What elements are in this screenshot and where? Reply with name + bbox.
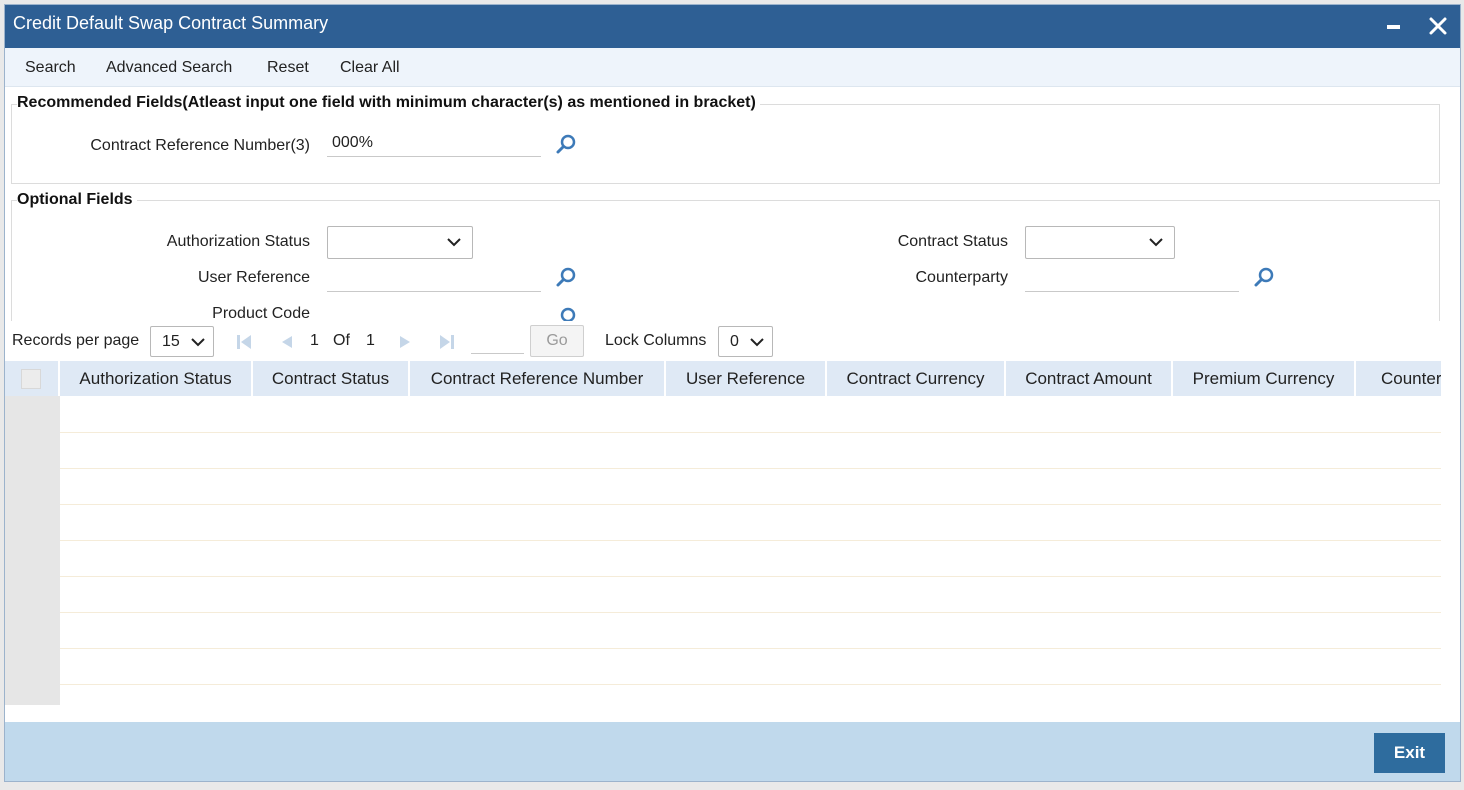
- lock-columns-select[interactable]: 0: [718, 326, 773, 357]
- of-label: Of: [333, 332, 350, 349]
- first-page-icon[interactable]: [234, 332, 254, 352]
- close-button[interactable]: [1423, 11, 1453, 41]
- counterparty-label: Counterparty: [915, 269, 1009, 286]
- advanced-search-button[interactable]: Advanced Search: [106, 59, 232, 77]
- toolbar: Search Advanced Search Reset Clear All: [5, 48, 1460, 87]
- row-divider: [60, 612, 1441, 613]
- search-button[interactable]: Search: [25, 59, 76, 77]
- chevron-down-icon: [191, 338, 205, 347]
- title-bar: Credit Default Swap Contract Summary: [5, 5, 1460, 48]
- col-counterparty[interactable]: Counter: [1356, 361, 1441, 396]
- clear-all-button[interactable]: Clear All: [340, 59, 400, 77]
- contract-ref-label: Contract Reference Number(3): [90, 137, 310, 154]
- row-divider: [60, 468, 1441, 469]
- auth-status-select[interactable]: [327, 226, 473, 259]
- reset-button[interactable]: Reset: [267, 59, 309, 77]
- window-title: Credit Default Swap Contract Summary: [13, 13, 329, 33]
- col-contract-reference-number[interactable]: Contract Reference Number: [410, 361, 666, 396]
- exit-button[interactable]: Exit: [1374, 733, 1445, 773]
- contract-ref-input[interactable]: [327, 129, 541, 157]
- minimize-icon: [1387, 25, 1400, 29]
- go-button[interactable]: Go: [530, 325, 584, 357]
- row-divider: [60, 504, 1441, 505]
- row-divider: [60, 684, 1441, 685]
- total-pages: 1: [366, 332, 375, 349]
- row-divider: [60, 540, 1441, 541]
- row-selector-column: [5, 396, 60, 705]
- row-divider: [60, 576, 1441, 577]
- footer-bar: [5, 722, 1460, 781]
- page-number-input[interactable]: [471, 332, 524, 354]
- recommended-section-title: Recommended Fields(Atleast input one fie…: [17, 94, 760, 112]
- select-all-checkbox[interactable]: [21, 369, 41, 389]
- col-user-reference[interactable]: User Reference: [666, 361, 827, 396]
- user-ref-lookup-icon[interactable]: [555, 267, 577, 289]
- previous-page-icon[interactable]: [277, 332, 297, 352]
- summary-window: Credit Default Swap Contract Summary Sea…: [4, 4, 1461, 782]
- col-contract-currency[interactable]: Contract Currency: [827, 361, 1006, 396]
- chevron-down-icon: [447, 238, 461, 247]
- row-divider: [60, 648, 1441, 649]
- contract-status-label: Contract Status: [897, 233, 1008, 250]
- minimize-button[interactable]: [1379, 11, 1409, 41]
- auth-status-label: Authorization Status: [166, 233, 310, 250]
- records-per-page-label: Records per page: [12, 332, 140, 349]
- records-per-page-value: 15: [162, 333, 180, 350]
- col-contract-amount[interactable]: Contract Amount: [1006, 361, 1173, 396]
- records-per-page-select[interactable]: 15: [150, 326, 214, 357]
- user-ref-input[interactable]: [327, 264, 541, 292]
- contract-ref-lookup-icon[interactable]: [555, 134, 577, 156]
- select-all-column[interactable]: [5, 361, 60, 396]
- chevron-down-icon: [750, 338, 764, 347]
- pager-bar: Records per page 15 1 Of 1 Lock Columns …: [5, 321, 1460, 363]
- lock-columns-value: 0: [730, 333, 739, 350]
- close-icon: [1429, 17, 1447, 35]
- col-contract-status[interactable]: Contract Status: [253, 361, 410, 396]
- counterparty-input[interactable]: [1025, 264, 1239, 292]
- col-authorization-status[interactable]: Authorization Status: [60, 361, 253, 396]
- next-page-icon[interactable]: [395, 332, 415, 352]
- results-grid: Authorization Status Contract Status Con…: [5, 361, 1441, 705]
- counterparty-lookup-icon[interactable]: [1253, 267, 1275, 289]
- user-ref-label: User Reference: [197, 269, 310, 286]
- chevron-down-icon: [1149, 238, 1163, 247]
- current-page: 1: [310, 332, 319, 349]
- row-divider: [60, 432, 1441, 433]
- col-premium-currency[interactable]: Premium Currency: [1173, 361, 1356, 396]
- contract-status-select[interactable]: [1025, 226, 1175, 259]
- lock-columns-label: Lock Columns: [605, 332, 707, 349]
- optional-section-title: Optional Fields: [17, 191, 137, 209]
- grid-header: Authorization Status Contract Status Con…: [5, 361, 1441, 396]
- last-page-icon[interactable]: [437, 332, 457, 352]
